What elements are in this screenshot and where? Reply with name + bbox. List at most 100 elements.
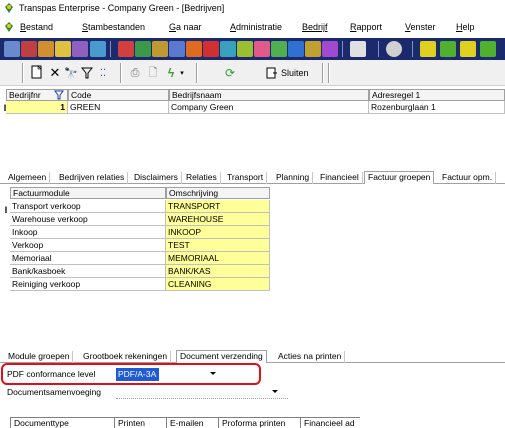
table-cell-factuurmodule[interactable]: Reiniging verkoop [10, 278, 166, 291]
app-menu-icon[interactable] [3, 21, 15, 33]
tab-acties-na-printen[interactable]: Acties na printen [275, 351, 346, 363]
print-icon[interactable]: ⎙ [128, 64, 142, 82]
table-cell-factuurmodule[interactable]: Memoriaal [10, 252, 166, 265]
main-toolbar [0, 38, 505, 60]
menu-ga-naar[interactable]: Ga naar [169, 22, 202, 32]
documentsamenvoeging-value [116, 386, 118, 399]
window-title: Transpas Enterprise - Company Green - [B… [19, 3, 225, 13]
chevron-down-icon[interactable] [272, 390, 278, 393]
table-cell-omschrijving[interactable]: MEMORIAAL [166, 252, 270, 265]
menu-bar: Bestand Stambestanden Ga naar Administra… [0, 18, 505, 36]
new-record-icon[interactable] [30, 64, 44, 82]
column-header-factuurmodule[interactable]: Factuurmodule [10, 187, 166, 199]
menu-bedrijf[interactable]: Bedrijf [302, 22, 328, 32]
refresh-icon[interactable] [350, 41, 366, 57]
lightning-dropdown-icon[interactable]: ▾ [178, 64, 186, 82]
tab-grootboek-rekeningen[interactable]: Grootboek rekeningen [80, 351, 172, 363]
tab-disclaimers[interactable]: Disclaimers [131, 172, 182, 184]
record-toolbar: ✕ 🔭 ⁚⁚ ⎙ 🗋 ϟ ▾ ⟳ Sluiten [0, 60, 505, 86]
column-header-code[interactable]: Code [68, 89, 169, 101]
truck-icon[interactable] [420, 41, 436, 57]
row-indicator-icon: I [4, 205, 8, 215]
grid-icon[interactable] [4, 41, 20, 57]
table-icon[interactable] [169, 41, 185, 57]
check-icon[interactable] [271, 41, 287, 57]
app-icon [5, 3, 13, 13]
column-header-adres[interactable]: Adresregel 1 [369, 89, 505, 101]
close-label: Sluiten [281, 68, 309, 78]
table-cell-factuurmodule[interactable]: Verkoop [10, 239, 166, 252]
lightning-icon[interactable]: ϟ [164, 64, 178, 82]
table-cell-omschrijving[interactable]: TRANSPORT [166, 200, 270, 213]
document-icon[interactable] [118, 41, 134, 57]
binoculars-icon[interactable]: 🔭 [64, 64, 78, 82]
close-button[interactable]: Sluiten [266, 64, 309, 82]
folder-icon[interactable] [38, 41, 54, 57]
table-cell-bedrijfnr[interactable]: 1 [6, 101, 68, 114]
column-header-financieel[interactable]: Financieel ad [300, 417, 360, 428]
menu-bestand[interactable]: Bestand [20, 22, 53, 32]
tab-bedrijven-relaties[interactable]: Bedrijven relaties [56, 172, 129, 184]
preview-icon[interactable]: 🗋 [146, 64, 160, 82]
delete-icon[interactable]: ✕ [48, 64, 62, 82]
edit-icon[interactable] [288, 41, 304, 57]
table-cell-factuurmodule[interactable]: Transport verkoop [10, 200, 166, 213]
tab-module-groepen[interactable]: Module groepen [5, 351, 74, 363]
truck-green-icon[interactable] [440, 41, 456, 57]
target-icon[interactable] [203, 41, 219, 57]
table-cell-omschrijving[interactable]: CLEANING [166, 278, 270, 291]
tab-relaties[interactable]: Relaties [183, 172, 221, 184]
key-icon[interactable] [305, 41, 321, 57]
refresh-green-icon[interactable]: ⟳ [222, 64, 238, 82]
truck-dark-icon[interactable] [480, 41, 496, 57]
table-cell-omschrijving[interactable]: TEST [166, 239, 270, 252]
detail-tabs: Algemeen Bedrijven relaties Disclaimers … [0, 171, 505, 184]
close-door-icon [266, 67, 277, 79]
sort-icon[interactable]: ⁚⁚ [96, 64, 110, 82]
tab-transport[interactable]: Transport [224, 172, 268, 184]
companies-grid: Bedrijfnr Code Bedrijfsnaam Adresregel 1… [0, 89, 505, 121]
tab-factuur-groepen[interactable]: Factuur groepen [364, 171, 435, 184]
table-cell-factuurmodule[interactable]: Inkoop [10, 226, 166, 239]
menu-venster[interactable]: Venster [405, 22, 436, 32]
globe-icon[interactable] [220, 41, 236, 57]
person-icon[interactable] [72, 41, 88, 57]
table-cell-code[interactable]: GREEN [68, 101, 169, 114]
table-cell-bedrijfsnaam[interactable]: Company Green [169, 101, 369, 114]
delete-record-icon[interactable] [21, 41, 37, 57]
column-header-printen[interactable]: Printen [114, 417, 166, 428]
cd-icon[interactable] [386, 41, 402, 57]
tab-document-verzending[interactable]: Document verzending [176, 350, 267, 363]
flag-icon[interactable] [186, 41, 202, 57]
documentsamenvoeging-select[interactable] [116, 386, 288, 399]
tab-financieel[interactable]: Financieel [317, 172, 363, 184]
tab-algemeen[interactable]: Algemeen [5, 172, 51, 184]
copy-icon[interactable] [135, 41, 151, 57]
tab-planning[interactable]: Planning [273, 172, 314, 184]
menu-stambestanden[interactable]: Stambestanden [82, 22, 145, 32]
table-cell-omschrijving[interactable]: BANK/KAS [166, 265, 270, 278]
calendar-icon[interactable] [322, 41, 338, 57]
column-header-omschrijving[interactable]: Omschrijving [166, 187, 270, 199]
menu-rapport[interactable]: Rapport [350, 22, 382, 32]
column-header-documenttype[interactable]: Documenttype [10, 417, 114, 428]
table-cell-omschrijving[interactable]: WAREHOUSE [166, 213, 270, 226]
table-cell-adres[interactable]: Rozenburglaan 1 [369, 101, 505, 114]
table-cell-factuurmodule[interactable]: Warehouse verkoop [10, 213, 166, 226]
people-icon[interactable] [55, 41, 71, 57]
menu-help[interactable]: Help [456, 22, 475, 32]
table-cell-omschrijving[interactable]: INKOOP [166, 226, 270, 239]
truck-yellow-icon[interactable] [460, 41, 476, 57]
heart-icon[interactable] [254, 41, 270, 57]
chart-icon[interactable] [152, 41, 168, 57]
filter-icon[interactable] [54, 90, 64, 100]
table-cell-factuurmodule[interactable]: Bank/kasboek [10, 265, 166, 278]
report-icon[interactable] [90, 41, 106, 57]
tab-factuur-opm[interactable]: Factuur opm. [439, 172, 497, 184]
column-header-emailen[interactable]: E-mailen [166, 417, 218, 428]
column-header-bedrijfsnaam[interactable]: Bedrijfsnaam [169, 89, 369, 101]
tag-icon[interactable] [237, 41, 253, 57]
filter-icon[interactable] [80, 64, 94, 82]
column-header-proforma[interactable]: Proforma printen [218, 417, 300, 428]
menu-administratie[interactable]: Administratie [230, 22, 282, 32]
